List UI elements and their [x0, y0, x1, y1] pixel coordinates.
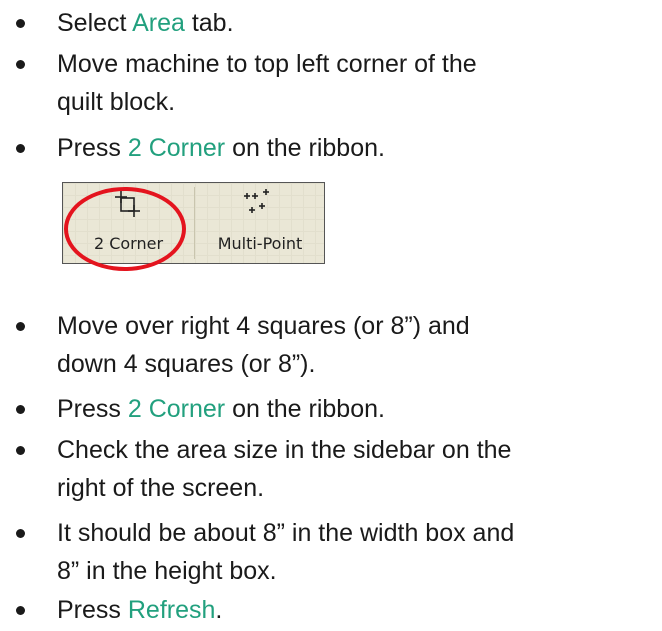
bullet: [16, 19, 25, 28]
instruction-line: Move over right 4 squares (or 8”) and: [57, 309, 470, 344]
instruction-line: Press 2 Corner on the ribbon.: [57, 131, 385, 166]
highlighted-term: 2 Corner: [127, 134, 226, 162]
instruction-text: on the ribbon.: [225, 395, 385, 423]
instruction-text: Check the area size in the sidebar on th…: [57, 436, 512, 464]
instruction-text: 8” in the height box.: [57, 557, 277, 585]
instruction-line: Check the area size in the sidebar on th…: [57, 433, 511, 468]
instruction-text: Press: [57, 134, 128, 162]
instruction-line: Select Area tab.: [57, 6, 234, 41]
instruction-line: quilt block.: [57, 85, 175, 120]
multi-point-label: Multi-Point: [217, 234, 303, 253]
instruction-text: Press: [57, 596, 128, 624]
instruction-text: Select: [57, 9, 133, 37]
instruction-text: Press: [57, 395, 128, 423]
highlight-circle: [64, 187, 186, 271]
instruction-text: right of the screen.: [57, 474, 265, 502]
instruction-text: tab.: [184, 9, 234, 37]
instruction-line: down 4 squares (or 8”).: [57, 347, 315, 382]
instruction-text: down 4 squares (or 8”).: [57, 350, 316, 378]
multi-point-button[interactable]: Multi-Point: [195, 183, 325, 262]
instruction-text: .: [215, 596, 223, 624]
multi-point-icon: [244, 189, 269, 213]
instruction-line: Press Refresh.: [57, 593, 222, 628]
highlighted-term: 2 Corner: [127, 395, 226, 423]
bullet: [16, 144, 25, 153]
instruction-line: Move machine to top left corner of the: [57, 47, 477, 82]
instruction-line: Press 2 Corner on the ribbon.: [57, 392, 385, 427]
instruction-text: Move over right 4 squares (or 8”) and: [57, 312, 470, 340]
bullet: [16, 529, 25, 538]
instruction-text: It should be about 8” in the width box a…: [57, 519, 515, 547]
highlighted-term: Refresh: [127, 596, 216, 624]
bullet: [16, 606, 25, 615]
instruction-line: It should be about 8” in the width box a…: [57, 516, 514, 551]
bullet: [16, 405, 25, 414]
instruction-line: right of the screen.: [57, 471, 264, 506]
bullet: [16, 322, 25, 331]
instruction-text: quilt block.: [57, 88, 176, 116]
bullet: [16, 60, 25, 69]
instruction-text: Move machine to top left corner of the: [57, 50, 477, 78]
bullet: [16, 446, 25, 455]
instruction-text: on the ribbon.: [225, 134, 385, 162]
highlighted-term: Area: [132, 9, 185, 37]
instruction-line: 8” in the height box.: [57, 554, 277, 589]
instruction-document: Select Area tab. Move machine to top lef…: [0, 0, 662, 631]
